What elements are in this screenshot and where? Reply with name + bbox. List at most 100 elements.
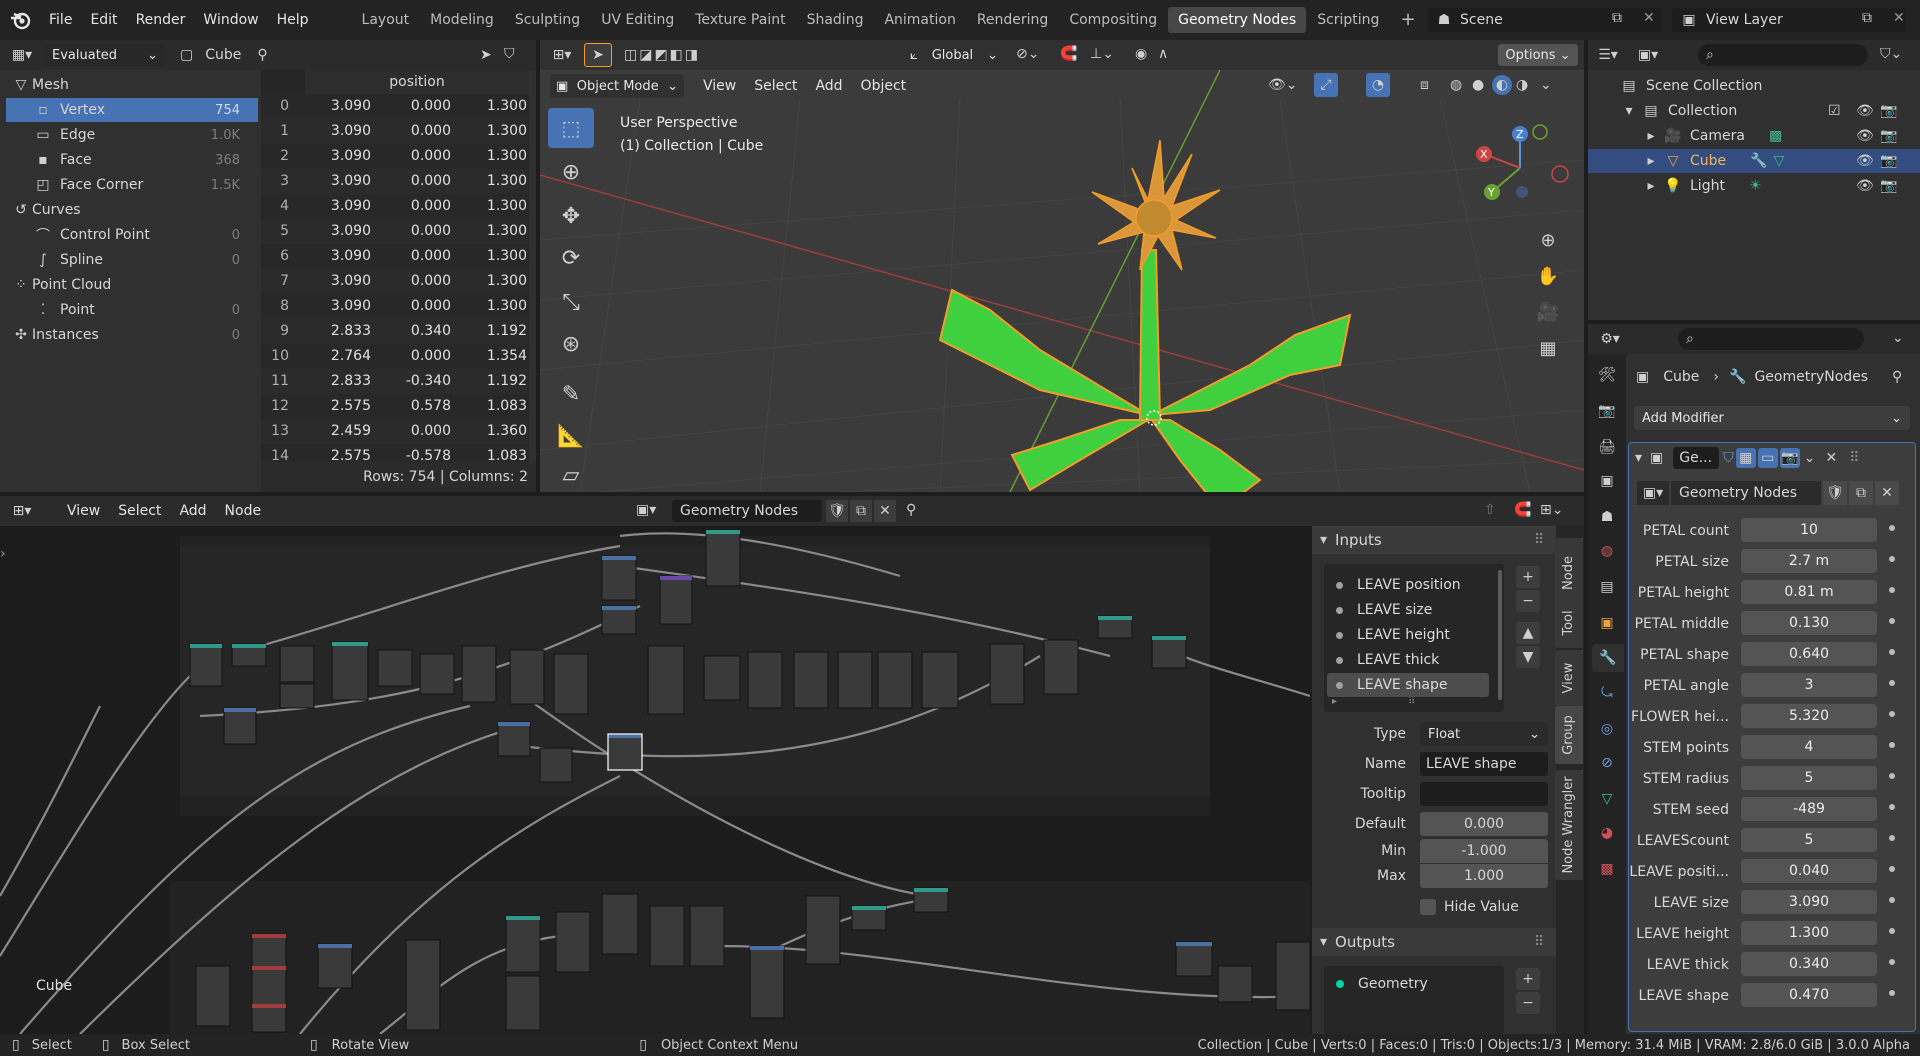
- modifier-input-field[interactable]: -489: [1741, 797, 1877, 821]
- modifier-input-field[interactable]: 5: [1741, 766, 1877, 790]
- drag-handle-icon[interactable]: ⠿: [1534, 934, 1544, 950]
- selected-only-icon[interactable]: ➤: [480, 47, 492, 63]
- material-shading-icon[interactable]: ◐: [1492, 75, 1512, 95]
- keyframe-dot-icon[interactable]: [1889, 928, 1895, 934]
- list-expand-icon[interactable]: ▸: [1332, 696, 1337, 707]
- modifier-input-field[interactable]: 2.7 m: [1741, 549, 1877, 573]
- viewport-toggle-icon[interactable]: ▭: [1757, 448, 1778, 468]
- pin-icon[interactable]: ⚲: [1892, 369, 1902, 385]
- chevron-right-icon[interactable]: ▸: [1644, 178, 1658, 194]
- tree-item-vertex[interactable]: ▫ Vertex 754: [6, 98, 258, 122]
- pivot-icon[interactable]: ⊘⌄: [1016, 46, 1039, 62]
- object-mode-dropdown[interactable]: ▣ Object Mode ⌄: [550, 74, 684, 98]
- remove-input-button[interactable]: −: [1516, 590, 1540, 612]
- blender-logo-icon[interactable]: [0, 0, 40, 40]
- unlink-icon[interactable]: ✕: [874, 500, 896, 522]
- chevron-down-icon[interactable]: ▾: [1622, 103, 1636, 119]
- outliner-item-light[interactable]: ▸ 💡 Light ☀ 👁 📷: [1588, 174, 1920, 198]
- cursor-tool-icon[interactable]: ⊕: [548, 152, 594, 192]
- overlay-toggle-icon[interactable]: ◔: [1366, 73, 1390, 97]
- add-workspace-button[interactable]: +: [1390, 7, 1425, 33]
- properties-search-input[interactable]: ⌕: [1678, 328, 1864, 350]
- keyframe-dot-icon[interactable]: [1889, 897, 1895, 903]
- node-menu-select[interactable]: Select: [109, 503, 170, 519]
- sidebar-tab-tool[interactable]: Tool: [1555, 598, 1583, 648]
- physics-tab-icon[interactable]: ◎: [1594, 716, 1620, 742]
- pan-hand-icon[interactable]: ✋: [1534, 262, 1562, 290]
- scene-tab-icon[interactable]: ☗: [1594, 504, 1620, 530]
- output-item-geometry[interactable]: Geometry: [1324, 972, 1428, 996]
- duplicate-scene-icon[interactable]: ⧉: [1612, 10, 1622, 26]
- sidebar-tab-group[interactable]: Group: [1555, 706, 1583, 764]
- parent-node-tree-icon[interactable]: ⇧: [1484, 502, 1496, 518]
- tree-item-edge[interactable]: ▭ Edge 1.0K: [6, 123, 258, 147]
- checkbox-icon[interactable]: ☑: [1828, 103, 1841, 119]
- keyframe-dot-icon[interactable]: [1889, 556, 1895, 562]
- data-tab-icon[interactable]: ▽: [1594, 786, 1620, 812]
- move-tool-icon[interactable]: ✥: [548, 196, 594, 236]
- tree-item-mesh[interactable]: ▽ Mesh: [6, 73, 258, 97]
- wireframe-shading-icon[interactable]: ◍: [1450, 77, 1462, 93]
- editor-type-icon[interactable]: ⊞▾: [0, 503, 44, 519]
- tab-shading[interactable]: Shading: [797, 7, 874, 33]
- camera-render-icon[interactable]: 📷: [1880, 153, 1897, 169]
- scene-collection-row[interactable]: ▤ Scene Collection: [1618, 74, 1762, 98]
- modifier-input-field[interactable]: 3: [1741, 673, 1877, 697]
- snap-icon[interactable]: 🧲: [1514, 502, 1531, 518]
- tab-scripting[interactable]: Scripting: [1307, 7, 1389, 33]
- move-down-button[interactable]: ▼: [1516, 646, 1540, 668]
- node-tree-type-icon[interactable]: ▣▾: [636, 502, 656, 518]
- keyframe-dot-icon[interactable]: [1889, 804, 1895, 810]
- scene-selector[interactable]: ☗ Scene: [1428, 8, 1662, 32]
- node-menu-add[interactable]: Add: [170, 503, 215, 519]
- keyframe-dot-icon[interactable]: [1889, 959, 1895, 965]
- duplicate-view-layer-icon[interactable]: ⧉: [1862, 10, 1872, 26]
- tab-animation[interactable]: Animation: [874, 7, 965, 33]
- chevron-down-icon[interactable]: ⌄: [1804, 450, 1816, 466]
- outliner-item-camera[interactable]: ▸ 🎥 Camera ▩ 👁 📷: [1588, 124, 1920, 148]
- keyframe-dot-icon[interactable]: [1889, 742, 1895, 748]
- group-input-item[interactable]: LEAVE shape: [1327, 673, 1489, 697]
- pin-icon[interactable]: ⚲: [906, 502, 916, 518]
- xray-icon[interactable]: ⧈: [1420, 77, 1429, 93]
- input-min-field[interactable]: -1.000: [1420, 839, 1548, 863]
- keyframe-dot-icon[interactable]: [1889, 649, 1895, 655]
- modifier-input-field[interactable]: 4: [1741, 735, 1877, 759]
- keyframe-dot-icon[interactable]: [1889, 711, 1895, 717]
- eye-icon[interactable]: 👁: [1856, 103, 1874, 119]
- tree-item-spline[interactable]: ∫ Spline 0: [6, 248, 258, 272]
- toolbar-expand-icon[interactable]: ›: [0, 546, 6, 562]
- edit-mode-toggle-icon[interactable]: ⛉: [1723, 450, 1734, 466]
- duplicate-icon[interactable]: ⧉: [1849, 481, 1873, 505]
- camera-render-icon[interactable]: 📷: [1880, 103, 1897, 119]
- menu-window[interactable]: Window: [194, 12, 267, 28]
- output-tab-icon[interactable]: 🖨: [1594, 434, 1620, 460]
- annotate-tool-icon[interactable]: ✎: [548, 374, 594, 414]
- tree-item-face-corner[interactable]: ◰ Face Corner 1.5K: [6, 173, 258, 197]
- menu-file[interactable]: File: [40, 12, 81, 28]
- tab-geometry-nodes[interactable]: Geometry Nodes: [1168, 7, 1307, 33]
- viewport-menu-view[interactable]: View: [694, 78, 745, 94]
- keyframe-dot-icon[interactable]: [1889, 835, 1895, 841]
- shading-options-icon[interactable]: ⌄: [1540, 77, 1552, 93]
- keyframe-dot-icon[interactable]: [1889, 866, 1895, 872]
- input-tooltip-field[interactable]: [1420, 782, 1548, 806]
- keyframe-dot-icon[interactable]: [1889, 525, 1895, 531]
- sidebar-tab-node-wrangler[interactable]: Node Wrangler: [1555, 770, 1583, 880]
- visibility-toggle-icon[interactable]: 👁⌄: [1268, 77, 1298, 93]
- menu-help[interactable]: Help: [268, 12, 318, 28]
- options-dropdown[interactable]: Options ⌄: [1498, 44, 1578, 66]
- eye-icon[interactable]: 👁: [1856, 178, 1874, 194]
- editor-type-icon[interactable]: ⊞▾: [540, 47, 584, 63]
- select-box-tool-icon[interactable]: ⬚: [548, 108, 594, 148]
- viewport-menu-add[interactable]: Add: [806, 78, 851, 94]
- camera-render-icon[interactable]: 📷: [1880, 178, 1897, 194]
- menu-render[interactable]: Render: [127, 12, 195, 28]
- viewport-menu-select[interactable]: Select: [745, 78, 806, 94]
- node-menu-node[interactable]: Node: [216, 503, 271, 519]
- modifier-input-field[interactable]: 5: [1741, 828, 1877, 852]
- material-tab-icon[interactable]: ◕: [1594, 820, 1620, 846]
- tab-layout[interactable]: Layout: [352, 7, 420, 33]
- eye-icon[interactable]: 👁: [1856, 153, 1874, 169]
- input-type-dropdown[interactable]: Float ⌄: [1420, 722, 1548, 746]
